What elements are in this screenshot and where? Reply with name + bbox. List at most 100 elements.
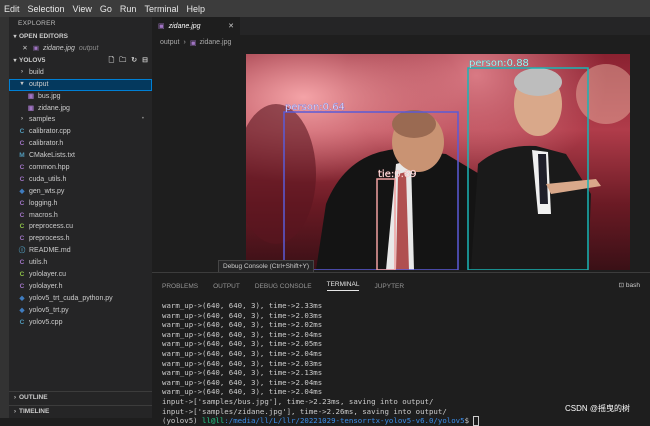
file-item[interactable]: Cpreprocess.h bbox=[9, 233, 152, 245]
file-item[interactable]: Ccommon.hpp bbox=[9, 162, 152, 174]
terminal-line: warm_up->(640, 640, 3), time->2.04ms bbox=[162, 329, 323, 339]
tree-item-label: macros.h bbox=[29, 211, 58, 219]
tree-item-label: yolov5.cpp bbox=[29, 318, 63, 326]
file-item[interactable]: Ccuda_utils.h bbox=[9, 174, 152, 186]
open-editors-label: OPEN EDITORS bbox=[19, 33, 69, 40]
file-item[interactable]: Cpreprocess.cu bbox=[9, 221, 152, 233]
menu-item-help[interactable]: Help bbox=[182, 4, 209, 14]
terminal-shell-label[interactable]: ⊡ bash bbox=[619, 281, 640, 289]
c-icon: C bbox=[19, 235, 25, 243]
tree-item-label: CMakeLists.txt bbox=[29, 152, 75, 160]
file-item[interactable]: Clogging.h bbox=[9, 198, 152, 210]
c-icon: C bbox=[19, 259, 25, 267]
folder-samples[interactable]: › samples • bbox=[9, 114, 152, 126]
cpp-icon: C bbox=[19, 128, 25, 136]
timeline-section[interactable]: › TIMELINE bbox=[9, 405, 154, 418]
folder-output[interactable]: ▾ output bbox=[9, 78, 152, 91]
chevron-right-icon: › bbox=[14, 409, 16, 415]
tree-item-label: yolov5_trt.py bbox=[29, 306, 69, 314]
file-item[interactable]: ◆ yolov5_trt_cuda_python.py bbox=[9, 293, 152, 305]
chevron-right-icon: › bbox=[21, 116, 23, 123]
outline-section[interactable]: › OUTLINE bbox=[9, 391, 154, 404]
menu-item-terminal[interactable]: Terminal bbox=[140, 4, 182, 14]
menu-item-edit[interactable]: Edit bbox=[0, 4, 24, 14]
close-icon[interactable]: ✕ bbox=[228, 22, 234, 30]
open-editor-item[interactable]: ✕ ▣ zidane.jpg output bbox=[9, 43, 152, 55]
breadcrumb-file[interactable]: zidane.jpg bbox=[199, 39, 231, 46]
file-item[interactable]: ▣ zidane.jpg bbox=[9, 103, 152, 115]
bottom-panel: PROBLEMS OUTPUT DEBUG CONSOLE TERMINAL JUPYT… bbox=[152, 272, 650, 426]
open-editors-section[interactable]: ▾ OPEN EDITORS bbox=[9, 31, 152, 43]
tree-item-label: samples bbox=[29, 116, 56, 124]
tab-output[interactable]: OUTPUT bbox=[213, 283, 240, 290]
tab-problems[interactable]: PROBLEMS bbox=[162, 283, 198, 290]
c-icon: C bbox=[19, 211, 25, 219]
python-icon: ◆ bbox=[19, 294, 25, 302]
c-icon: C bbox=[19, 140, 25, 148]
image-icon: ▣ bbox=[158, 23, 165, 30]
project-label: YOLOV5 bbox=[19, 56, 46, 64]
terminal-line: warm_up->(640, 640, 3), time->2.04ms bbox=[162, 348, 323, 358]
explorer-sidebar: EXPLORER ▾ OPEN EDITORS ✕ ▣ zidane.jpg o… bbox=[9, 17, 154, 418]
file-item[interactable]: Cmacros.h bbox=[9, 210, 152, 222]
terminal-icon: ⊡ bbox=[618, 282, 625, 289]
tab-terminal[interactable]: TERMINAL bbox=[326, 281, 360, 291]
terminal-line: warm_up->(640, 640, 3), time->2.03ms bbox=[162, 310, 323, 320]
refresh-icon[interactable]: ↻ bbox=[131, 55, 137, 67]
explorer-toolbar: 🗋 🗀 ↻ ⊟ bbox=[109, 55, 148, 67]
tree-item-label: common.hpp bbox=[29, 164, 70, 172]
terminal-output[interactable]: warm_up->(640, 640, 3), time->2.33ms warm… bbox=[162, 301, 480, 426]
chevron-down-icon: ▾ bbox=[13, 57, 17, 64]
file-item[interactable]: ◆ yolov5_trt.py bbox=[9, 305, 152, 317]
terminal-line: warm_up->(640, 640, 3), time->2.05ms bbox=[162, 339, 323, 349]
tree-item-label: yololayer.h bbox=[29, 282, 63, 290]
file-tree: › build ▾ output ▣ bus.jpg ▣ zidane.jpg › samples… bbox=[9, 67, 152, 329]
tab-label: zidane.jpg bbox=[168, 22, 201, 30]
close-icon[interactable]: ✕ bbox=[21, 43, 29, 55]
activity-bar bbox=[0, 17, 9, 418]
shell-name: bash bbox=[625, 282, 640, 289]
tree-item-label: yolov5_trt_cuda_python.py bbox=[29, 294, 113, 302]
tree-item-label: zidane.jpg bbox=[38, 104, 70, 112]
tree-item-label: preprocess.cu bbox=[29, 223, 73, 231]
file-item[interactable]: Ccalibrator.cpp bbox=[9, 126, 152, 138]
c-icon: C bbox=[19, 282, 25, 290]
terminal-line: warm_up->(640, 640, 3), time->2.02ms bbox=[162, 320, 323, 330]
editor-tabs: ▣ zidane.jpg ✕ bbox=[152, 17, 650, 35]
file-item[interactable]: Cyololayer.cu bbox=[9, 269, 152, 281]
detection-label: person:0.88 bbox=[469, 58, 529, 69]
explorer-title: EXPLORER bbox=[18, 20, 56, 27]
tree-item-label: output bbox=[29, 80, 49, 88]
file-item[interactable]: Cutils.h bbox=[9, 257, 152, 269]
new-folder-icon[interactable]: 🗀 bbox=[119, 55, 126, 67]
file-item[interactable]: ◆ gen_wts.py bbox=[9, 186, 152, 198]
project-section[interactable]: ▾ YOLOV5 🗋 🗀 ↻ ⊟ bbox=[9, 55, 152, 67]
menu-bar: Edit Selection View Go Run Terminal Help bbox=[0, 0, 650, 17]
tab-debug-console[interactable]: DEBUG CONSOLE bbox=[255, 283, 312, 290]
file-item[interactable]: M CMakeLists.txt bbox=[9, 150, 152, 162]
tab-jupyter[interactable]: JUPYTER bbox=[374, 283, 404, 290]
tab-zidane[interactable]: ▣ zidane.jpg ✕ bbox=[152, 17, 240, 35]
menu-item-run[interactable]: Run bbox=[116, 4, 141, 14]
collapse-all-icon[interactable]: ⊟ bbox=[142, 55, 148, 67]
menu-item-view[interactable]: View bbox=[69, 4, 96, 14]
detection-image: person:0.88 person:0.64 tie:0.69 bbox=[246, 54, 630, 270]
file-item[interactable]: Cyolov5.cpp bbox=[9, 317, 152, 329]
image-icon: ▣ bbox=[27, 92, 35, 100]
file-item[interactable]: Cyololayer.h bbox=[9, 281, 152, 293]
file-item[interactable]: ⓘ README.md bbox=[9, 245, 152, 257]
new-file-icon[interactable]: 🗋 bbox=[109, 55, 115, 67]
image-viewer: person:0.88 person:0.64 tie:0.69 bbox=[152, 50, 650, 272]
c-icon: C bbox=[19, 164, 25, 172]
breadcrumb-folder[interactable]: output bbox=[160, 39, 179, 46]
file-item[interactable]: Ccalibrator.h bbox=[9, 138, 152, 150]
menu-item-go[interactable]: Go bbox=[96, 4, 116, 14]
cpp-icon: C bbox=[19, 318, 25, 326]
tree-item-label: gen_wts.py bbox=[29, 187, 65, 195]
chevron-down-icon: ▾ bbox=[13, 34, 17, 40]
open-editor-file: zidane.jpg bbox=[43, 45, 75, 52]
menu-item-selection[interactable]: Selection bbox=[24, 4, 69, 14]
file-item[interactable]: ▣ bus.jpg bbox=[9, 91, 152, 103]
terminal-line: input->['samples/zidane.jpg'], time->2.2… bbox=[162, 406, 447, 416]
folder-build[interactable]: › build bbox=[9, 67, 152, 79]
